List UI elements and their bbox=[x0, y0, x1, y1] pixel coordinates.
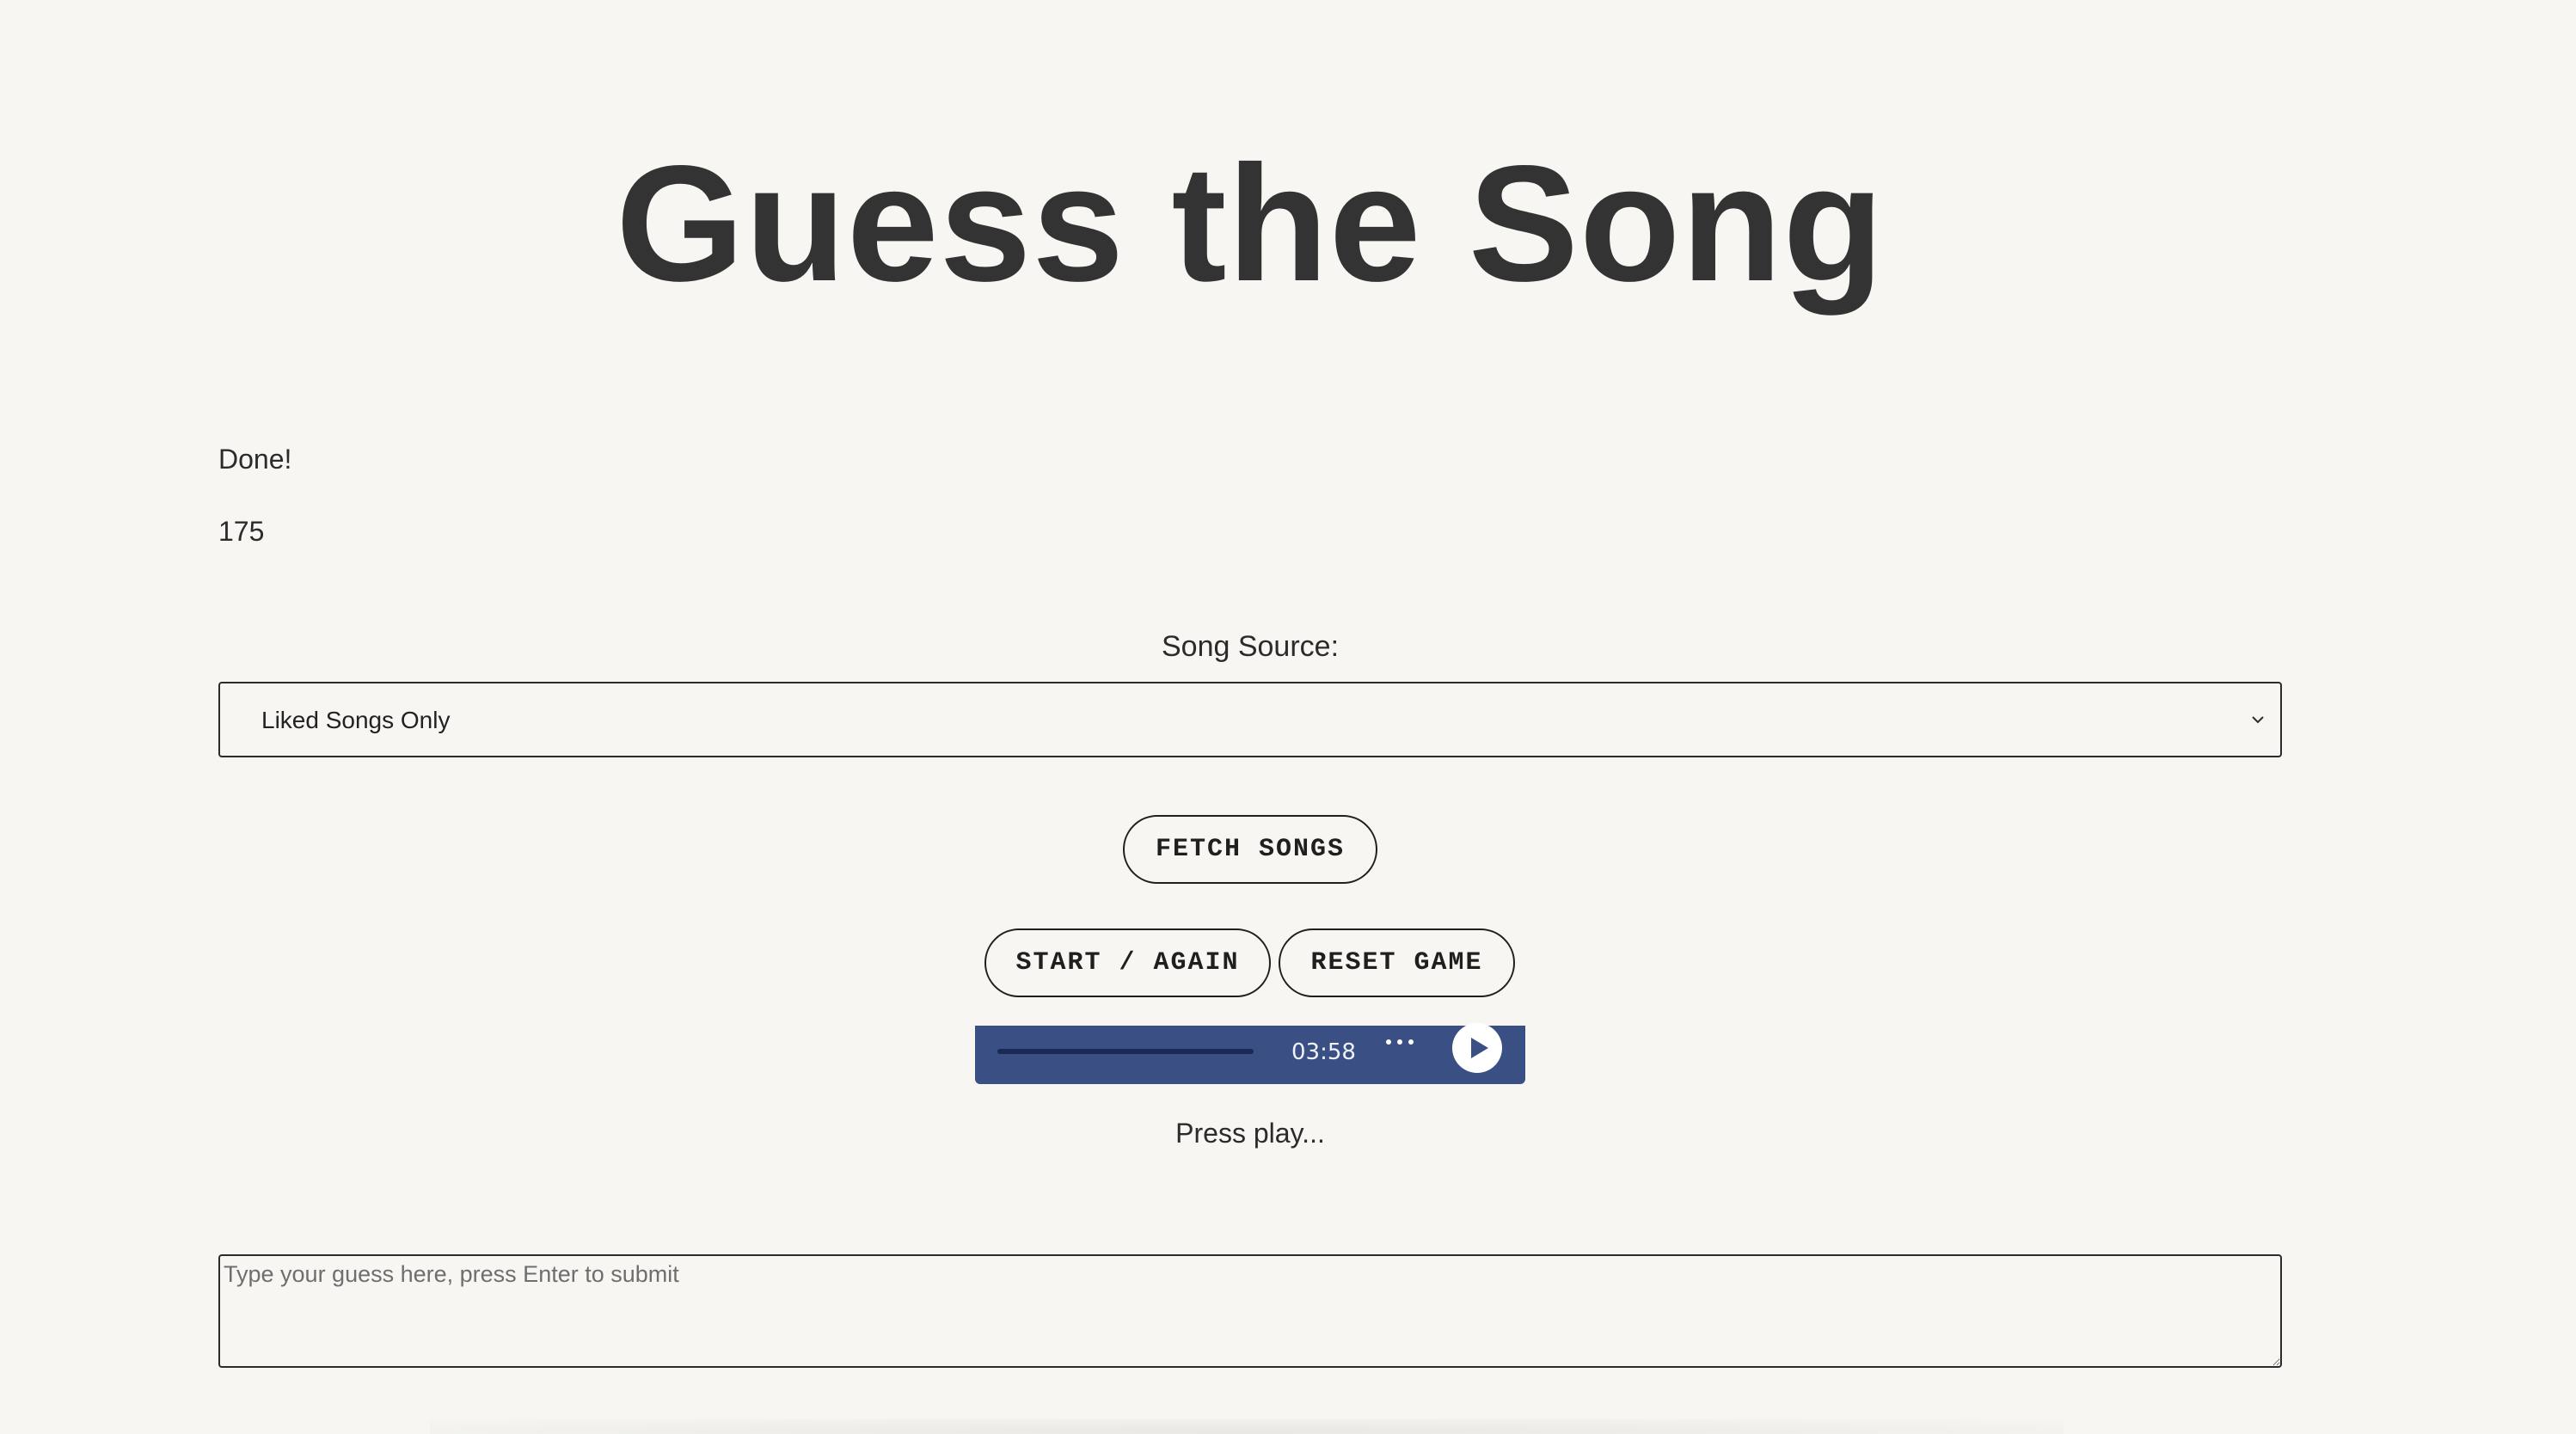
song-count: 175 bbox=[218, 516, 265, 547]
audio-player: 03:58 bbox=[975, 1023, 1525, 1084]
reset-game-button[interactable]: RESET GAME bbox=[1279, 928, 1515, 997]
more-icon[interactable] bbox=[1382, 1029, 1418, 1055]
song-source-select[interactable]: Liked Songs Only bbox=[218, 682, 2282, 757]
status-message: Done! bbox=[218, 444, 292, 475]
song-source-label: Song Source: bbox=[1161, 630, 1340, 663]
start-again-button[interactable]: START / AGAIN bbox=[984, 928, 1271, 997]
audio-time: 03:58 bbox=[1291, 1039, 1356, 1065]
page-title: Guess the Song bbox=[616, 131, 1885, 316]
song-source-selected-value: Liked Songs Only bbox=[261, 707, 451, 733]
play-icon[interactable] bbox=[1451, 1022, 1503, 1074]
chevron-down-icon bbox=[2252, 716, 2264, 724]
bottom-shadow bbox=[430, 1419, 2064, 1434]
player-hint: Press play... bbox=[1175, 1118, 1325, 1149]
fetch-songs-button[interactable]: FETCH SONGS bbox=[1123, 815, 1377, 884]
guess-input[interactable] bbox=[218, 1254, 2282, 1368]
page: Guess the Song Done! 175 Song Source: Li… bbox=[0, 0, 2576, 1434]
audio-progress-track[interactable] bbox=[997, 1049, 1254, 1054]
